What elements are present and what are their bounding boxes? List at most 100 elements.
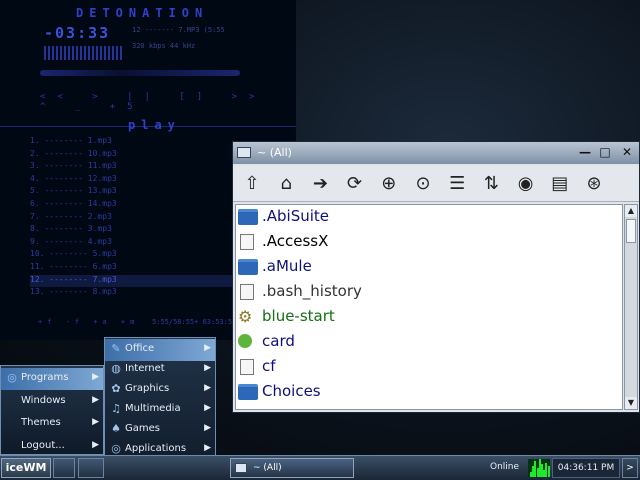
up-button[interactable]: ⇧ [239, 171, 265, 197]
xmms-visualizer [44, 46, 124, 60]
menu-item-themes[interactable]: Themes ▶ [1, 413, 103, 435]
help-icon: ⊛ [586, 173, 602, 194]
submenu-item-internet[interactable]: ◍ Internet ▶ [105, 359, 215, 381]
programs-icon: ◎ [7, 371, 17, 384]
xmms-title: DETONATION [76, 6, 209, 20]
menu-item-label: Programs [21, 372, 69, 383]
file-row[interactable]: .bash_history [236, 280, 622, 305]
shortcut-icon [240, 359, 254, 375]
zoom-in-button[interactable]: ⊕ [376, 171, 402, 197]
folder-icon [238, 409, 258, 410]
xmms-playlist-label: play [128, 118, 181, 132]
submenu-item-label: Applications [125, 443, 187, 454]
go-button[interactable]: ➔ [307, 171, 333, 197]
file-list[interactable]: .AbiSuite .AccessX .aMule .bash_history ⚙ blu… [235, 204, 623, 410]
file-row[interactable]: cf [236, 355, 622, 380]
file-name: .AccessX [262, 232, 329, 250]
file-row[interactable]: Choices [236, 380, 622, 405]
scroll-down-button[interactable]: ▼ [625, 397, 637, 409]
details-view-icon: ▤ [551, 173, 569, 194]
document-icon [240, 234, 254, 250]
submenu-item-multimedia[interactable]: ♫ Multimedia ▶ [105, 399, 215, 421]
title-bar[interactable]: ~ (All) — □ ✕ [233, 142, 639, 164]
vertical-scrollbar[interactable]: ▲ ▼ [624, 204, 638, 410]
xmms-playlist-time: 5:55/58:55+ 63:53:58 [152, 318, 237, 326]
file-name: card [262, 332, 295, 350]
xmms-stats: +f -f +a +m [38, 318, 140, 326]
folder-icon [238, 209, 258, 225]
xmms-controls[interactable]: << > || [] >> ^ _ +5 [40, 92, 280, 112]
refresh-button[interactable]: ⟳ [342, 171, 368, 197]
show-desktop-button[interactable] [53, 458, 75, 478]
menu-item-programs[interactable]: ◎ Programs ▶ [1, 368, 103, 390]
submenu-item-graphics[interactable]: ✿ Graphics ▶ [105, 379, 215, 401]
chevron-right-icon: ▶ [204, 443, 211, 453]
file-name: .aMule [262, 257, 312, 275]
scroll-up-button[interactable]: ▲ [625, 205, 637, 217]
window-title: ~ (All) [257, 146, 292, 159]
menu-item-label: Windows [21, 394, 66, 406]
taskbar: iceWM ~ (All) Online 04:36:11 PM > [0, 455, 640, 480]
clock[interactable]: 04:36:11 PM [552, 458, 620, 478]
minimize-button[interactable]: — [577, 144, 593, 160]
file-row[interactable]: card [236, 330, 622, 355]
file-name: .AbiSuite [262, 207, 330, 225]
show-hidden-button[interactable]: ◉ [513, 171, 539, 197]
document-icon [240, 284, 254, 300]
file-row[interactable]: .AbiSuite [236, 205, 622, 230]
details-view-button[interactable]: ▤ [547, 171, 573, 197]
tray-expand-button[interactable]: > [622, 458, 638, 478]
file-row[interactable] [236, 405, 622, 410]
folder-icon [238, 384, 258, 400]
chevron-right-icon: ▶ [204, 363, 211, 373]
cpu-monitor[interactable] [528, 459, 550, 477]
file-row[interactable]: ⚙ blue-start [236, 305, 622, 330]
applications-icon: ◎ [111, 442, 121, 455]
multimedia-icon: ♫ [111, 402, 121, 415]
taskbar-task-file-manager[interactable]: ~ (All) [230, 458, 354, 478]
chevron-right-icon: ▶ [92, 417, 99, 427]
menu-item-label: Themes [21, 417, 61, 428]
xmms-seek-bar[interactable] [40, 70, 240, 76]
window-icon [237, 147, 251, 158]
gear-icon: ⚙ [238, 307, 253, 326]
help-button[interactable]: ⊛ [581, 171, 607, 197]
chevron-right-icon: ▶ [92, 372, 99, 382]
file-row[interactable]: .AccessX [236, 230, 622, 255]
sort-icon: ⇅ [483, 173, 499, 194]
close-button[interactable]: ✕ [619, 144, 635, 160]
zoom-in-icon: ⊕ [381, 173, 397, 194]
chevron-right-icon: ▶ [92, 439, 99, 450]
go-icon: ➔ [312, 173, 328, 194]
up-icon: ⇧ [244, 173, 260, 194]
zoom-fit-button[interactable]: ⊙ [410, 171, 436, 197]
task-label: ~ (All) [253, 463, 282, 473]
file-manager-window: ~ (All) — □ ✕ ⇧ ⌂ ➔ ⟳ ⊕ ⊙ ☰ ⇅ ◉ ▤ ⊛ .AbiSuite .Acce… [232, 141, 640, 413]
internet-icon: ◍ [111, 362, 121, 375]
show-hidden-icon: ◉ [517, 173, 534, 194]
sort-button[interactable]: ⇅ [478, 171, 504, 197]
xmms-bitrate-info: 320 kbps 44 kHz [132, 42, 196, 50]
submenu-item-games[interactable]: ♠ Games ▶ [105, 419, 215, 441]
cpu-bar [547, 466, 550, 477]
menu-item-label: Logout... [21, 439, 65, 451]
menu-item-windows[interactable]: Windows ▶ [1, 391, 103, 413]
scroll-thumb[interactable] [626, 219, 636, 243]
home-button[interactable]: ⌂ [273, 171, 299, 197]
maximize-button[interactable]: □ [597, 144, 613, 160]
link-icon [238, 334, 252, 348]
file-name: cf [262, 357, 276, 375]
submenu-item-office[interactable]: ✎ Office ▶ [105, 339, 215, 361]
terminal-launcher-button[interactable] [78, 458, 104, 478]
chevron-right-icon: ▶ [204, 383, 211, 393]
refresh-icon: ⟳ [347, 173, 363, 194]
list-view-button[interactable]: ☰ [444, 171, 470, 197]
chevron-right-icon: ▶ [204, 423, 211, 433]
xmms-track-info: 12 ------- 7.MP3 (5:55 [132, 26, 225, 34]
home-icon: ⌂ [280, 173, 292, 194]
file-row[interactable]: .aMule [236, 255, 622, 280]
file-name: blue-start [262, 307, 335, 325]
start-button[interactable]: iceWM [1, 458, 51, 478]
folder-window-icon [235, 463, 247, 473]
list-view-icon: ☰ [449, 173, 466, 194]
